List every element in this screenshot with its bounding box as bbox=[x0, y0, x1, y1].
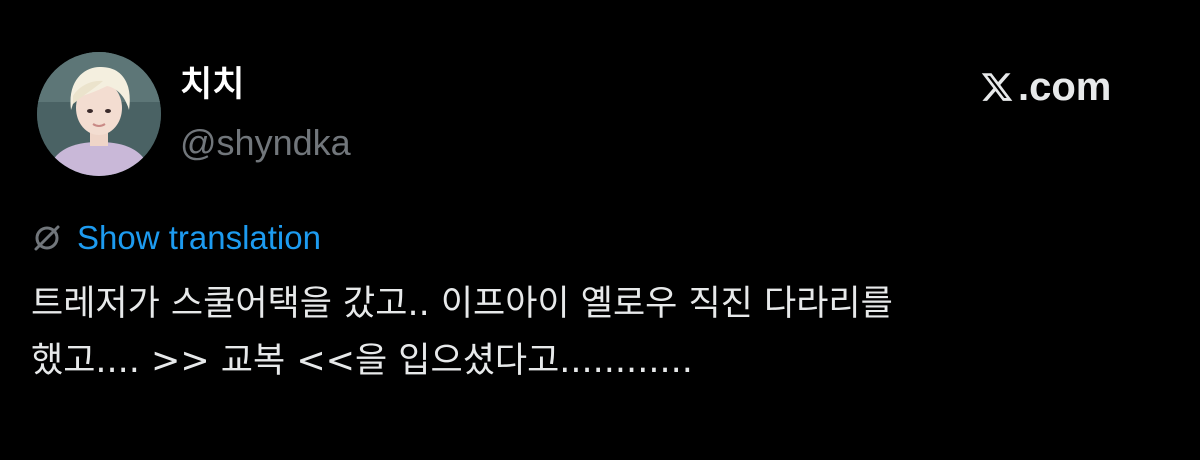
tweet-text: 트레저가 스쿨어택을 갔고.. 이프아이 옐로우 직진 다라리를 했고.... … bbox=[31, 284, 893, 381]
author-handle[interactable]: @shyndka bbox=[180, 121, 351, 165]
x-logo-icon bbox=[981, 73, 1013, 101]
show-translation-link[interactable]: Show translation bbox=[77, 216, 321, 260]
globe-icon bbox=[34, 225, 60, 251]
author-display-name[interactable]: 치치 bbox=[180, 63, 244, 107]
x-com-label: .com bbox=[1018, 65, 1112, 109]
x-com-brand: .com bbox=[979, 64, 1111, 110]
avatar-photo bbox=[37, 52, 161, 176]
show-translation[interactable]: Show translation bbox=[31, 216, 321, 260]
avatar[interactable] bbox=[37, 52, 161, 176]
